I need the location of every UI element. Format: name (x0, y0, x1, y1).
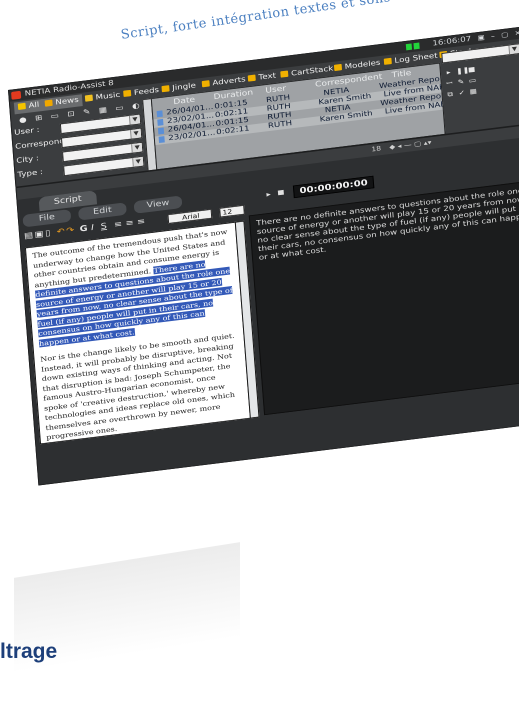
transport-bar: ▸ 00:00:00:00 (266, 174, 382, 202)
item-icon (156, 110, 163, 118)
app-logo-icon (11, 90, 22, 100)
filter-label-type: Type : (17, 168, 44, 180)
item-icon (157, 127, 165, 135)
pen-icon[interactable]: ✎ (457, 78, 465, 86)
script-editor: Script File Edit View ▸ 00:00:00:00 ▤ ▣ … (17, 136, 519, 485)
level-meter-icon (405, 43, 413, 51)
news-icon (44, 99, 53, 107)
filter-label-city: City : (16, 154, 40, 166)
app-window: NETIA Radio-Assist 8 16:06:07 ▣ – ▢ ✕ Al… (8, 26, 519, 486)
stop-icon[interactable] (277, 189, 284, 196)
chevron-down-icon: ▼ (132, 156, 144, 167)
text-icon (247, 74, 256, 82)
item-icon (158, 136, 165, 144)
filter-label-user: User : (13, 126, 40, 138)
redo-icon[interactable]: ↷ (66, 226, 75, 236)
open-icon[interactable]: ▯ (45, 229, 51, 238)
splitter-number: 18 (371, 144, 382, 154)
new-doc-icon[interactable]: ▤ (24, 231, 34, 241)
lock-icon[interactable]: ꟷ (445, 79, 453, 87)
col-title[interactable]: Title (391, 69, 411, 80)
check-icon (17, 102, 26, 110)
music-note-icon (84, 94, 93, 102)
tab-all[interactable]: All (13, 99, 44, 115)
right-panel: ▼ ▸ ❚❚ ■ ꟷ ✎ ▭ ⧉ ✓ ▦ (441, 41, 519, 125)
box-icon[interactable]: ▭ (468, 76, 477, 84)
underline-icon[interactable]: S (100, 222, 107, 231)
prompter-preview: There are no definite answers to questio… (248, 180, 519, 416)
cartstack-icon (280, 70, 289, 78)
cell-user: RUTH (267, 119, 293, 131)
bold-icon[interactable]: G (79, 224, 88, 234)
footer-word: ltrage (0, 640, 58, 663)
chevron-down-icon: ▼ (508, 44, 519, 55)
pause-icon[interactable]: ❚❚ (456, 66, 469, 75)
log-icon (383, 57, 392, 65)
trash-icon[interactable]: ▦ (469, 87, 477, 95)
chevron-down-icon: ▼ (131, 142, 143, 153)
feeds-icon (123, 89, 132, 98)
timecode: 00:00:00:00 (292, 175, 375, 199)
caption: Script, forte intégration textes et sons (120, 0, 392, 43)
align-left-icon[interactable]: ≡ (114, 220, 123, 230)
window-controls[interactable]: ▣ – ▢ ✕ (477, 29, 519, 42)
level-meter-icon (413, 42, 420, 50)
play-icon[interactable]: ▸ (445, 69, 453, 76)
dollar-icon (201, 80, 210, 88)
font-size-select[interactable]: 12 (219, 205, 245, 218)
promo-image: Script, forte intégration textes et sons… (0, 0, 519, 728)
play-icon[interactable]: ▸ (266, 191, 271, 199)
script-document[interactable]: The outcome of the tremendous push that'… (24, 221, 251, 445)
undo-icon[interactable]: ↶ (56, 227, 65, 237)
font-select[interactable]: Arial (167, 209, 213, 224)
jingle-icon (161, 85, 170, 93)
copy-icon[interactable]: ⧉ (446, 90, 454, 98)
align-right-icon[interactable]: ≡ (137, 217, 146, 227)
app-window-perspective: NETIA Radio-Assist 8 16:06:07 ▣ – ▢ ✕ Al… (8, 26, 519, 658)
tab-music[interactable]: Music (84, 90, 121, 106)
item-icon (157, 118, 164, 126)
check-icon[interactable]: ✓ (458, 89, 466, 97)
chevron-down-icon: ▼ (128, 114, 141, 125)
stop-icon[interactable]: ■ (468, 66, 476, 74)
modeles-icon (333, 63, 343, 72)
italic-icon[interactable]: I (91, 224, 94, 233)
chevron-down-icon: ▼ (130, 128, 142, 139)
save-icon[interactable]: ▣ (34, 230, 44, 240)
align-center-icon[interactable]: ≡ (125, 219, 134, 229)
